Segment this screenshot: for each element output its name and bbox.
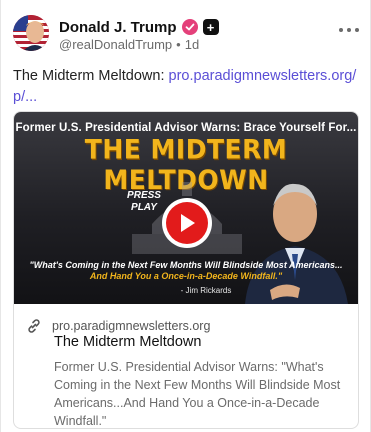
avatar[interactable] [13,15,49,51]
timestamp[interactable]: 1d [185,37,199,52]
play-icon [166,202,208,244]
card-domain[interactable]: pro.paradigmnewsletters.org [52,319,210,333]
separator-dot: • [176,37,181,52]
link-preview-card[interactable]: Former U.S. Presidential Advisor Warns: … [13,111,359,429]
card-domain-row: pro.paradigmnewsletters.org [26,318,210,334]
post-card: Donald J. Trump + @realDonaldTrump • 1d … [0,0,371,432]
speaker-portrait [245,183,348,304]
thumbnail-quote-line1: "What's Coming in the Next Few Months Wi… [29,260,343,270]
thumbnail-quote-author: - Jim Rickards [180,286,232,295]
thumbnail-top-line: Former U.S. Presidential Advisor Warns: … [15,122,357,134]
handle[interactable]: @realDonaldTrump [59,37,172,52]
dot-icon [347,28,351,32]
post-text: The Midterm Meltdown: pro.paradigmnewsle… [13,66,358,108]
post-header: Donald J. Trump + @realDonaldTrump • 1d [13,15,363,55]
handle-row: @realDonaldTrump • 1d [59,37,199,52]
link-icon [26,318,42,334]
name-row: Donald J. Trump + [59,17,219,37]
dot-icon [339,28,343,32]
card-description: Former U.S. Presidential Advisor Warns: … [54,360,341,428]
post-body: The Midterm Meltdown: [13,68,169,84]
dot-icon [355,28,359,32]
more-options-button[interactable] [339,23,359,37]
card-title[interactable]: The Midterm Meltdown [54,334,201,350]
play-button[interactable] [162,198,212,248]
preview-thumbnail[interactable]: Former U.S. Presidential Advisor Warns: … [14,112,358,304]
thumbnail-quote-line2: And Hand You a Once-in-a-Decade Windfall… [89,271,283,281]
display-name[interactable]: Donald J. Trump [59,19,177,36]
verified-check-icon [181,19,198,35]
plus-badge-icon: + [202,19,219,35]
